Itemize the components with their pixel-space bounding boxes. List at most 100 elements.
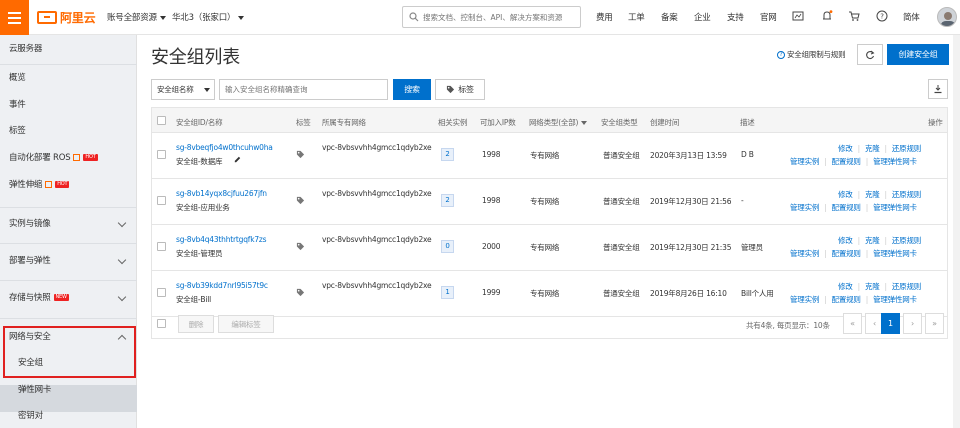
filter-field-select[interactable]: 安全组名称 xyxy=(151,79,215,100)
nav-website[interactable]: 官网 xyxy=(760,11,777,23)
limits-rules-link[interactable]: ? 安全组限制与规则 xyxy=(777,49,846,60)
sidebar-item-auto-scaling[interactable]: 弹性伸缩 HOT xyxy=(0,172,137,198)
modify-link[interactable]: 修改 xyxy=(838,144,853,153)
aliyun-logo[interactable]: 阿里云 xyxy=(37,9,96,25)
sg-type: 普通安全组 xyxy=(603,151,640,160)
language-switch[interactable]: 简体 xyxy=(903,11,920,23)
clone-link[interactable]: 克隆 xyxy=(865,282,880,291)
page-1-button[interactable]: 1 xyxy=(881,313,900,334)
manage-instances-link[interactable]: 管理实例 xyxy=(790,295,819,304)
batch-delete-button[interactable]: 删除 xyxy=(178,315,214,333)
manage-instances-link[interactable]: 管理实例 xyxy=(790,203,819,212)
clone-link[interactable]: 克隆 xyxy=(865,236,880,245)
tag-icon[interactable] xyxy=(296,150,305,159)
manage-instances-link[interactable]: 管理实例 xyxy=(790,157,819,166)
user-avatar[interactable] xyxy=(937,7,957,27)
clone-link[interactable]: 克隆 xyxy=(865,190,880,199)
manage-eni-link[interactable]: 管理弹性网卡 xyxy=(873,157,917,166)
manage-instances-link[interactable]: 管理实例 xyxy=(790,249,819,258)
sidebar-item-eni[interactable]: 弹性网卡 xyxy=(0,377,137,403)
sidebar-group-deployment-elasticity[interactable]: 部署与弹性 xyxy=(0,248,137,274)
restore-rules-link[interactable]: 还原规则 xyxy=(892,190,921,199)
sidebar-group-label: 部署与弹性 xyxy=(9,256,51,266)
region-dropdown[interactable]: 华北3（张家口） xyxy=(172,11,245,23)
bell-icon[interactable] xyxy=(821,10,833,22)
sg-id-link[interactable]: sg-8vb39kdd7nrl95i57t9c xyxy=(176,281,268,290)
related-count[interactable]: 0 xyxy=(441,240,454,253)
page-scrollbar[interactable] xyxy=(953,35,960,428)
manage-eni-link[interactable]: 管理弹性网卡 xyxy=(873,249,917,258)
help-icon[interactable]: ? xyxy=(876,10,888,22)
related-count[interactable]: 1 xyxy=(441,286,454,299)
restore-rules-link[interactable]: 还原规则 xyxy=(892,144,921,153)
sidebar-item-overview[interactable]: 概览 xyxy=(0,65,137,91)
create-security-group-button[interactable]: 创建安全组 xyxy=(887,44,949,65)
configure-rules-link[interactable]: 配置规则 xyxy=(832,295,861,304)
sidebar-item-ros[interactable]: 自动化部署 ROS HOT xyxy=(0,145,137,171)
related-count[interactable]: 2 xyxy=(441,148,454,161)
sidebar-item-security-groups[interactable]: 安全组 xyxy=(0,350,137,376)
configure-rules-link[interactable]: 配置规则 xyxy=(832,157,861,166)
batch-edit-tags-button[interactable]: 编辑标签 xyxy=(218,315,274,333)
row-checkbox[interactable] xyxy=(157,150,166,159)
configure-rules-link[interactable]: 配置规则 xyxy=(832,203,861,212)
search-button[interactable]: 搜索 xyxy=(393,79,431,100)
tag-icon[interactable] xyxy=(296,196,305,205)
sg-id-link[interactable]: sg-8vbeqfjo4w0thcuhw0ha xyxy=(176,143,273,152)
page-next-button[interactable]: › xyxy=(903,313,922,334)
edit-pencil-icon[interactable] xyxy=(233,155,242,164)
account-scope-dropdown[interactable]: 账号全部资源 xyxy=(107,11,166,23)
refresh-button[interactable] xyxy=(857,44,883,65)
footer-select-all-checkbox[interactable] xyxy=(157,319,166,328)
col-vpc: 所属专有网络 xyxy=(322,118,366,127)
page-last-button[interactable]: » xyxy=(925,313,944,334)
row-checkbox[interactable] xyxy=(157,288,166,297)
hamburger-menu-button[interactable] xyxy=(0,0,29,35)
col-network-type-label: 网络类型(全部) xyxy=(529,118,579,127)
tag-icon xyxy=(447,85,455,94)
sidebar-item-key-pairs[interactable]: 密钥对 xyxy=(0,403,137,428)
description: 管理员 xyxy=(741,243,763,252)
related-count[interactable]: 2 xyxy=(441,194,454,207)
clone-link[interactable]: 克隆 xyxy=(865,144,880,153)
configure-rules-link[interactable]: 配置规则 xyxy=(832,249,861,258)
modify-link[interactable]: 修改 xyxy=(838,282,853,291)
page-first-button[interactable]: « xyxy=(843,313,862,334)
filter-search-input[interactable] xyxy=(219,79,388,100)
cart-icon[interactable] xyxy=(848,10,860,22)
ops-line2: 管理实例 | 配置规则 | 管理弹性网卡 xyxy=(790,249,917,258)
nav-billing[interactable]: 费用 xyxy=(596,11,613,23)
tag-icon[interactable] xyxy=(296,242,305,251)
global-search-input[interactable] xyxy=(423,9,578,25)
modify-link[interactable]: 修改 xyxy=(838,190,853,199)
region-label: 华北3（张家口） xyxy=(172,13,236,23)
nav-tickets[interactable]: 工单 xyxy=(628,11,645,23)
tag-icon[interactable] xyxy=(296,288,305,297)
chevron-down-icon xyxy=(159,15,166,20)
manage-eni-link[interactable]: 管理弹性网卡 xyxy=(873,295,917,304)
nav-enterprise[interactable]: 企业 xyxy=(694,11,711,23)
row-checkbox[interactable] xyxy=(157,242,166,251)
screen-icon[interactable] xyxy=(792,10,804,22)
sg-id-link[interactable]: sg-8vb4q43thhtrtgqfk7zs xyxy=(176,235,267,244)
network-type: 专有网络 xyxy=(530,151,560,160)
sidebar-item-events[interactable]: 事件 xyxy=(0,92,137,118)
col-network-type-filter[interactable]: 网络类型(全部) xyxy=(529,117,588,128)
select-all-checkbox[interactable] xyxy=(157,116,166,125)
global-search-box[interactable] xyxy=(402,6,581,28)
sidebar-group-storage-snapshots[interactable]: 存储与快照 NEW xyxy=(0,285,137,311)
sg-id-link[interactable]: sg-8vb14yqx8cjfuu267jfn xyxy=(176,189,267,198)
modify-link[interactable]: 修改 xyxy=(838,236,853,245)
restore-rules-link[interactable]: 还原规则 xyxy=(892,236,921,245)
sidebar-group-network-security[interactable]: 网络与安全 xyxy=(0,324,137,350)
row-checkbox[interactable] xyxy=(157,196,166,205)
nav-support[interactable]: 支持 xyxy=(727,11,744,23)
export-button[interactable] xyxy=(928,79,948,99)
nav-icp[interactable]: 备案 xyxy=(661,11,678,23)
restore-rules-link[interactable]: 还原规则 xyxy=(892,282,921,291)
manage-eni-link[interactable]: 管理弹性网卡 xyxy=(873,203,917,212)
tag-filter-button[interactable]: 标签 xyxy=(435,79,485,100)
sidebar-item-tags[interactable]: 标签 xyxy=(0,118,137,144)
sidebar-group-instances-images[interactable]: 实例与镜像 xyxy=(0,211,137,237)
table-row: sg-8vb4q43thhtrtgqfk7zs 安全组-管理员 vpc-8vbs… xyxy=(152,225,947,271)
